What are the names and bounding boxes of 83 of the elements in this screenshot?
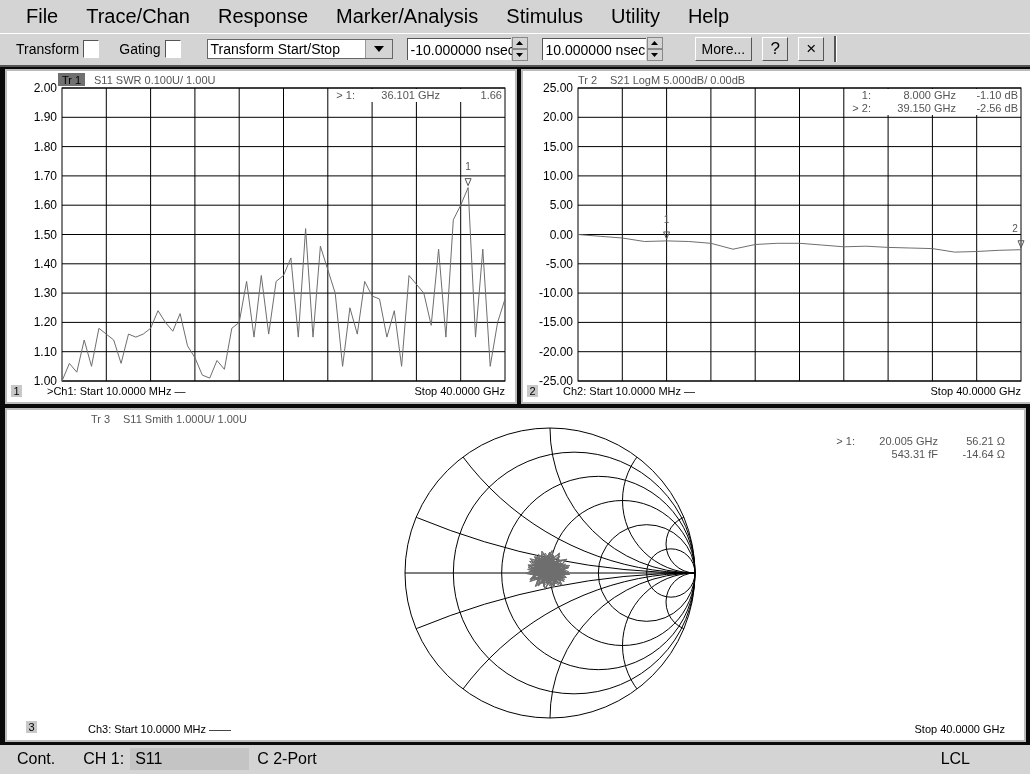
y-axis-label: 1.80: [33, 139, 57, 154]
marker-frequency: 39.150 GHz: [897, 101, 956, 114]
up-arrow-icon: [651, 41, 659, 46]
y-axis-label: 1.90: [33, 110, 57, 125]
marker-frequency: 36.101 GHz: [381, 88, 440, 101]
marker-value: 1.66: [480, 88, 502, 101]
trace-header: S11 Smith 1.000U/ 1.00U: [123, 412, 247, 425]
close-button[interactable]: ×: [798, 37, 825, 62]
y-axis-label: -20.00: [538, 344, 573, 359]
y-axis-label: 1.70: [33, 168, 57, 183]
marker-label: > 2:: [852, 101, 871, 114]
marker-value: -2.56 dB: [976, 101, 1018, 114]
y-axis-label: 1.30: [33, 286, 57, 301]
transform-checkbox[interactable]: [83, 40, 100, 59]
calibration-status: C 2-Port: [257, 750, 317, 769]
y-axis-label: -15.00: [538, 315, 573, 330]
menu-item[interactable]: Utility: [611, 4, 660, 28]
marker-label: > 1:: [336, 88, 355, 101]
y-axis-label: 1.50: [33, 227, 57, 242]
marker-value: 56.21 Ω: [966, 434, 1005, 447]
y-axis-label: 1.20: [33, 315, 57, 330]
stop-frequency: Stop 40.0000 GHz: [930, 384, 1021, 397]
menu-item[interactable]: Stimulus: [506, 4, 583, 28]
gating-label: Gating: [119, 41, 161, 58]
up-arrow-icon: [516, 41, 524, 46]
y-axis-label: 15.00: [542, 139, 573, 154]
y-axis-label: 10.00: [542, 168, 573, 183]
channel-badge: 1: [11, 384, 22, 397]
y-axis-label: 1.40: [33, 256, 57, 271]
spin-down-button[interactable]: [646, 49, 663, 62]
channel-badge: 3: [26, 720, 37, 733]
channel-label: CH 1:: [83, 750, 125, 769]
menu-item[interactable]: Marker/Analysis: [336, 4, 479, 28]
marker-frequency: 543.31 fF: [891, 447, 938, 460]
caret-icon: [373, 46, 384, 53]
start-frequency: Ch3: Start 10.0000 MHz ——: [88, 722, 232, 735]
channel-badge: 2: [527, 384, 538, 397]
spin-down-button[interactable]: [511, 49, 528, 62]
marker-number: 1: [465, 160, 471, 172]
menu-item[interactable]: Response: [218, 4, 309, 28]
marker-value: -14.64 Ω: [962, 447, 1005, 460]
spin-up-button[interactable]: [511, 37, 528, 50]
menu-item[interactable]: Trace/Chan: [86, 4, 190, 28]
menu-item[interactable]: Help: [687, 4, 730, 28]
marker-value: -1.10 dB: [976, 88, 1018, 101]
trace-header: S11 SWR 0.100U/ 1.00U: [94, 73, 216, 86]
y-axis-label: 0.00: [549, 227, 573, 242]
stop-frequency: Stop 40.0000 GHz: [414, 384, 505, 397]
trace-tag[interactable]: Tr 2: [578, 73, 598, 86]
gating-checkbox[interactable]: [164, 40, 181, 59]
marker-icon: [663, 231, 671, 240]
y-axis-label: 1.60: [33, 198, 57, 213]
transform-label: Transform: [16, 41, 80, 58]
sweep-mode: Cont.: [17, 750, 56, 769]
remote-status: LCL: [940, 750, 970, 769]
spin-up-button[interactable]: [646, 37, 663, 50]
y-axis-label: 2.00: [33, 80, 57, 95]
y-axis-label: 1.10: [33, 344, 57, 359]
y-axis-label: 20.00: [542, 110, 573, 125]
help-button[interactable]: ?: [762, 37, 789, 62]
marker-frequency: 20.005 GHz: [879, 434, 938, 447]
marker-number: 2: [1012, 222, 1018, 234]
marker-label: 1:: [861, 88, 871, 101]
y-axis-label: -10.00: [538, 286, 573, 301]
down-arrow-icon: [516, 53, 524, 58]
menu-item[interactable]: File: [26, 4, 59, 28]
y-axis-label: -5.00: [545, 256, 573, 271]
marker-icon: [464, 178, 472, 187]
stop-frequency: Stop 40.0000 GHz: [914, 722, 1005, 735]
y-axis-label: 25.00: [542, 80, 573, 95]
more-button[interactable]: More...: [694, 37, 753, 62]
marker-icon: [1017, 240, 1025, 249]
mode-dropdown[interactable]: Transform Start/Stop: [206, 39, 393, 60]
parameter-field: S11: [130, 748, 250, 771]
trace-header: S21 LogM 5.000dB/ 0.00dB: [610, 73, 746, 86]
trace-line: [525, 549, 571, 590]
marker-number: 1: [663, 213, 670, 225]
marker-frequency: 8.000 GHz: [903, 88, 956, 101]
y-axis-label: 5.00: [549, 198, 573, 213]
marker-label: > 1:: [836, 434, 855, 447]
down-arrow-icon: [651, 53, 659, 58]
trace-tag[interactable]: Tr 3: [91, 412, 111, 425]
stop-time-field[interactable]: 10.000000 nsec: [541, 38, 646, 61]
